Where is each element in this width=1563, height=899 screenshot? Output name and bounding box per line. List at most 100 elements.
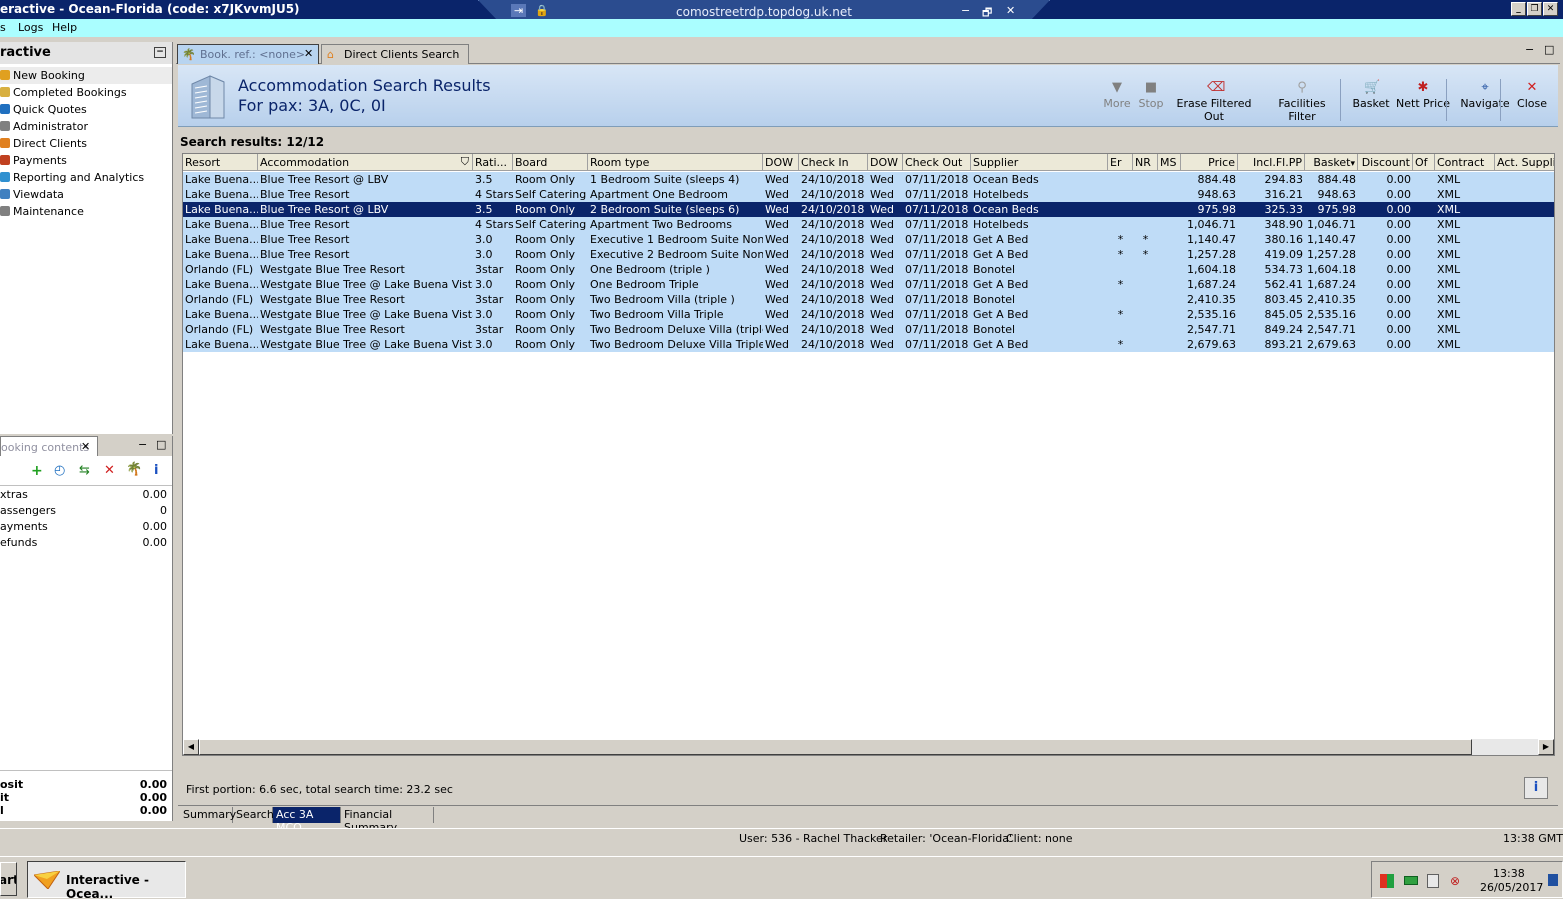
table-row[interactable]: Lake Buena... Blue Tree Resort 4 Stars Self… bbox=[183, 187, 1554, 202]
restore-button[interactable]: ❐ bbox=[1527, 2, 1542, 16]
nav-item-maintenance[interactable]: Maintenance bbox=[0, 203, 172, 220]
taskbar-app-button[interactable]: Interactive - Ocea... bbox=[27, 861, 186, 899]
column-header[interactable]: Supplier bbox=[971, 154, 1108, 171]
column-header[interactable]: Er bbox=[1108, 154, 1133, 171]
column-header[interactable]: Price bbox=[1181, 154, 1238, 171]
column-header[interactable]: Check Out bbox=[903, 154, 971, 171]
table-cell: XML bbox=[1437, 323, 1461, 336]
table-row[interactable]: Lake Buena... Blue Tree Resort 3.0 Room Onl… bbox=[183, 232, 1554, 247]
rdp-minimize-button[interactable]: − bbox=[961, 4, 970, 17]
bottom-tab-summary[interactable]: Summary bbox=[180, 807, 236, 823]
add-icon[interactable]: + bbox=[31, 463, 43, 479]
minimize-booking-contents-button[interactable]: − bbox=[138, 438, 147, 451]
nav-item-direct-clients[interactable]: Direct Clients bbox=[0, 135, 172, 152]
column-header[interactable]: Discount bbox=[1358, 154, 1413, 171]
toolbar-close-button[interactable]: ✕ Close bbox=[1514, 81, 1550, 121]
bottom-tab-acc-3a-mco[interactable]: Acc 3A MCO bbox=[273, 807, 341, 834]
nav-item-administrator[interactable]: Administrator bbox=[0, 118, 172, 135]
close-window-button[interactable]: ✕ bbox=[1543, 2, 1558, 16]
nav-item-reporting-and-analytics[interactable]: Reporting and Analytics bbox=[0, 169, 172, 186]
column-header[interactable]: MS bbox=[1158, 154, 1181, 171]
start-button[interactable]: art bbox=[0, 862, 17, 896]
clock-icon[interactable]: ◴ bbox=[54, 463, 65, 478]
tab-direct-clients-search[interactable]: ⌂ Direct Clients Search bbox=[321, 44, 469, 64]
column-header[interactable]: Incl.Fl.PP bbox=[1238, 154, 1305, 171]
scroll-left-button[interactable]: ◀ bbox=[183, 739, 199, 755]
table-row[interactable]: Orlando (FL) Westgate Blue Tree Resort 3st… bbox=[183, 292, 1554, 307]
taskbar-app-label: Interactive - Ocea... bbox=[66, 873, 149, 899]
column-header[interactable]: NR bbox=[1133, 154, 1158, 171]
column-header[interactable]: Check In bbox=[799, 154, 868, 171]
rdp-close-button[interactable]: ✕ bbox=[1006, 4, 1015, 17]
table-cell: Lake Buena... bbox=[185, 203, 258, 216]
delete-icon[interactable]: ✕ bbox=[104, 463, 115, 478]
column-header[interactable]: DOW bbox=[868, 154, 903, 171]
table-row[interactable]: Lake Buena... Westgate Blue Tree @ Lake B… bbox=[183, 277, 1554, 292]
toolbar-erase-filtered-out-button[interactable]: ⌫ Erase Filtered Out bbox=[1166, 81, 1262, 124]
table-cell: 24/10/2018 bbox=[801, 203, 865, 216]
toolbar-basket-button[interactable]: 🛒 Basket bbox=[1351, 81, 1391, 121]
bottom-tab-search[interactable]: Search bbox=[233, 807, 274, 823]
table-row[interactable]: Orlando (FL) Westgate Blue Tree Resort 3st… bbox=[183, 322, 1554, 337]
table-cell: Ocean Beds bbox=[973, 203, 1039, 216]
maximize-document-button[interactable]: □ bbox=[1544, 43, 1554, 56]
column-header[interactable]: Contract bbox=[1435, 154, 1495, 171]
column-header[interactable]: Act. Supplie bbox=[1495, 154, 1554, 171]
maximize-booking-contents-button[interactable]: □ bbox=[156, 438, 166, 451]
nav-item-payments[interactable]: Payments bbox=[0, 152, 172, 169]
table-row[interactable]: Lake Buena... Blue Tree Resort 3.0 Room Onl… bbox=[183, 247, 1554, 262]
nav-item-new-booking[interactable]: New Booking bbox=[0, 67, 172, 84]
menu-item-logs[interactable]: Logs bbox=[18, 21, 43, 34]
show-desktop-icon[interactable] bbox=[1548, 874, 1558, 886]
palm-icon[interactable]: 🌴 bbox=[126, 462, 142, 477]
menu-item-tools[interactable]: s bbox=[0, 21, 6, 34]
column-header[interactable]: Accommodation ⛉ bbox=[258, 154, 473, 171]
toolbar-facilities-filter-button[interactable]: ⚲ Facilities Filter bbox=[1264, 81, 1340, 124]
nav-item-quick-quotes[interactable]: Quick Quotes bbox=[0, 101, 172, 118]
table-row[interactable]: Lake Buena... Blue Tree Resort @ LBV 3.5 Ro… bbox=[183, 172, 1554, 187]
info-icon[interactable]: i bbox=[154, 463, 158, 478]
minimize-button[interactable]: _ bbox=[1511, 2, 1526, 16]
table-cell: Wed bbox=[765, 248, 789, 261]
close-booking-contents-button[interactable]: ✕ bbox=[81, 440, 90, 453]
sound-muted-icon[interactable]: ⊗ bbox=[1450, 874, 1460, 888]
nav-item-completed-bookings[interactable]: Completed Bookings bbox=[0, 84, 172, 101]
table-row[interactable]: Lake Buena... Westgate Blue Tree @ Lake B… bbox=[183, 307, 1554, 322]
close-tab-icon[interactable]: ✕ bbox=[304, 47, 313, 60]
minimize-document-button[interactable]: − bbox=[1525, 43, 1534, 56]
bottom-tab-financial-summary[interactable]: Financial Summary bbox=[341, 807, 434, 834]
scroll-right-button[interactable]: ▶ bbox=[1538, 739, 1554, 755]
tab-booking[interactable]: 🌴 Book. ref.: <none> ✕ bbox=[177, 44, 319, 64]
device-icon[interactable] bbox=[1427, 874, 1439, 888]
table-row[interactable]: Lake Buena... Westgate Blue Tree @ Lake B… bbox=[183, 337, 1554, 352]
table-row[interactable]: Lake Buena... Blue Tree Resort @ LBV 3.5 Ro… bbox=[183, 202, 1554, 217]
horizontal-scrollbar[interactable]: ◀ ▶ bbox=[183, 739, 1554, 755]
toolbar-navigate-button[interactable]: ⌖ Navigate bbox=[1459, 81, 1511, 121]
table-row[interactable]: Orlando (FL) Westgate Blue Tree Resort 3st… bbox=[183, 262, 1554, 277]
toolbar-nett-price-button[interactable]: ✱ Nett Price bbox=[1393, 81, 1453, 121]
table-row[interactable]: Lake Buena... Blue Tree Resort 4 Stars Self… bbox=[183, 217, 1554, 232]
column-header[interactable]: Of bbox=[1413, 154, 1435, 171]
info-button[interactable]: i bbox=[1524, 777, 1548, 799]
column-header[interactable]: DOW bbox=[763, 154, 799, 171]
menu-item-help[interactable]: Help bbox=[52, 21, 77, 34]
scroll-thumb[interactable] bbox=[199, 739, 1472, 755]
filter-icon[interactable]: ⛉ bbox=[461, 155, 469, 169]
collapse-panel-button[interactable]: − bbox=[154, 47, 166, 58]
table-cell bbox=[1413, 322, 1435, 337]
transfer-icon[interactable]: ⇆ bbox=[79, 463, 90, 478]
toolbar-more-button[interactable]: ▼ More bbox=[1102, 81, 1132, 121]
network-icon[interactable] bbox=[1404, 876, 1418, 885]
windows-flag-icon[interactable] bbox=[1380, 874, 1394, 888]
toolbar-stop-button[interactable]: ■ Stop bbox=[1136, 81, 1166, 121]
column-header[interactable]: Basket▾ bbox=[1305, 154, 1358, 171]
column-header[interactable]: Board bbox=[513, 154, 588, 171]
table-cell: 849.24 bbox=[1264, 323, 1304, 336]
payment-icon bbox=[0, 155, 10, 165]
nav-item-viewdata[interactable]: Viewdata bbox=[0, 186, 172, 203]
column-header[interactable]: Resort bbox=[183, 154, 258, 171]
column-header[interactable]: Rati... bbox=[473, 154, 513, 171]
booking-summary-row: efunds 0.00 bbox=[0, 536, 170, 552]
column-header[interactable]: Room type bbox=[588, 154, 763, 171]
table-cell: 0.00 bbox=[1386, 293, 1412, 306]
